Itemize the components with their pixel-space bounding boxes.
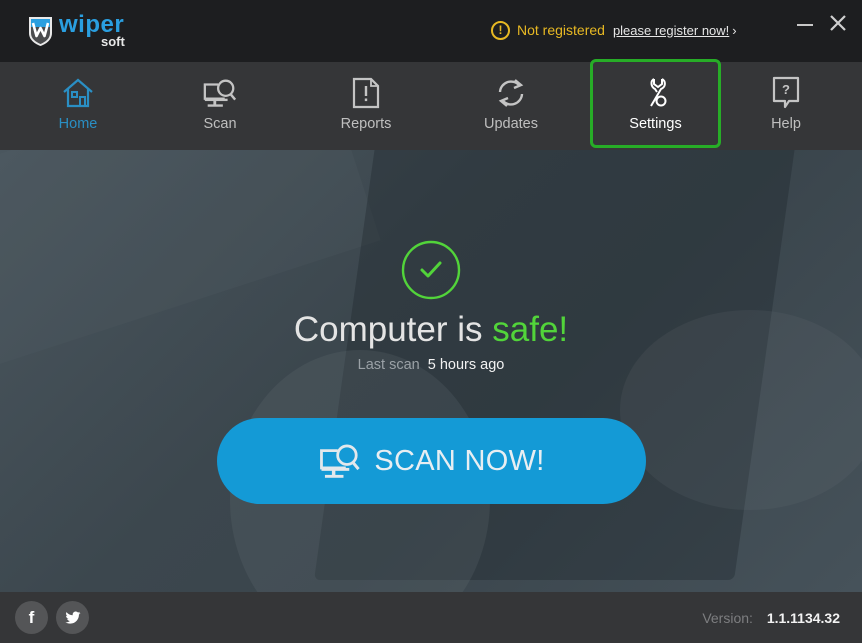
close-icon bbox=[830, 15, 846, 31]
brand-sub: soft bbox=[101, 34, 125, 49]
monitor-search-icon bbox=[203, 79, 237, 107]
status-title: Computer is safe! bbox=[0, 310, 862, 350]
twitter-button[interactable] bbox=[56, 601, 89, 634]
nav-label: Scan bbox=[203, 116, 237, 132]
version-info: Version: 1.1.1134.32 bbox=[702, 610, 840, 626]
nav-home[interactable]: Home bbox=[38, 62, 118, 150]
wrench-icon bbox=[649, 78, 666, 107]
nav-label: Reports bbox=[340, 116, 392, 132]
report-document-icon bbox=[352, 77, 380, 109]
app-logo: wiper soft bbox=[27, 11, 129, 49]
nav-settings[interactable]: Settings bbox=[590, 59, 721, 148]
monitor-search-icon bbox=[320, 444, 361, 478]
facebook-icon: f bbox=[28, 607, 35, 627]
last-scan-label: Last scan bbox=[357, 357, 420, 373]
svg-text:?: ? bbox=[782, 82, 790, 97]
main-nav: Home Scan Reports Updates Settings ? Hel… bbox=[0, 59, 862, 150]
nav-label: Settings bbox=[629, 116, 682, 132]
nav-label: Updates bbox=[483, 116, 538, 132]
help-bubble-icon: ? bbox=[772, 76, 800, 109]
nav-help[interactable]: ? Help bbox=[746, 62, 826, 150]
scan-now-button[interactable]: SCAN NOW! bbox=[217, 418, 646, 504]
status-title-prefix: Computer is bbox=[293, 310, 493, 349]
nav-label: Home bbox=[58, 116, 98, 132]
close-button[interactable] bbox=[827, 12, 849, 34]
version-label: Version: bbox=[702, 610, 753, 626]
version-value: 1.1.1134.32 bbox=[766, 610, 840, 626]
minimize-button[interactable] bbox=[797, 14, 815, 34]
warning-circle-icon: ! bbox=[491, 20, 510, 40]
main-panel: Computer is safe! Last scan 5 hours ago … bbox=[0, 150, 862, 592]
nav-reports[interactable]: Reports bbox=[326, 62, 406, 150]
refresh-icon bbox=[498, 79, 524, 107]
footer: f Version: 1.1.1134.32 bbox=[0, 592, 862, 643]
registration-status: Not registered bbox=[517, 22, 605, 38]
facebook-button[interactable]: f bbox=[15, 601, 48, 634]
chevron-right-icon: › bbox=[732, 22, 737, 38]
last-scan-info: Last scan 5 hours ago bbox=[0, 357, 862, 373]
last-scan-value: 5 hours ago bbox=[427, 357, 505, 373]
title-bar: wiper soft ! Not registered please regis… bbox=[0, 0, 862, 62]
home-icon bbox=[63, 78, 93, 108]
nav-updates[interactable]: Updates bbox=[471, 62, 551, 150]
check-circle-icon bbox=[401, 240, 461, 300]
nav-scan[interactable]: Scan bbox=[180, 62, 260, 150]
status-safe-text: safe! bbox=[492, 310, 569, 349]
twitter-icon bbox=[64, 611, 80, 624]
register-link[interactable]: please register now! bbox=[613, 23, 729, 38]
shield-logo-icon bbox=[29, 17, 52, 46]
nav-label: Help bbox=[771, 116, 801, 132]
registration-notice: ! Not registered please register now! › bbox=[491, 20, 737, 40]
scan-now-label: SCAN NOW! bbox=[374, 444, 545, 477]
